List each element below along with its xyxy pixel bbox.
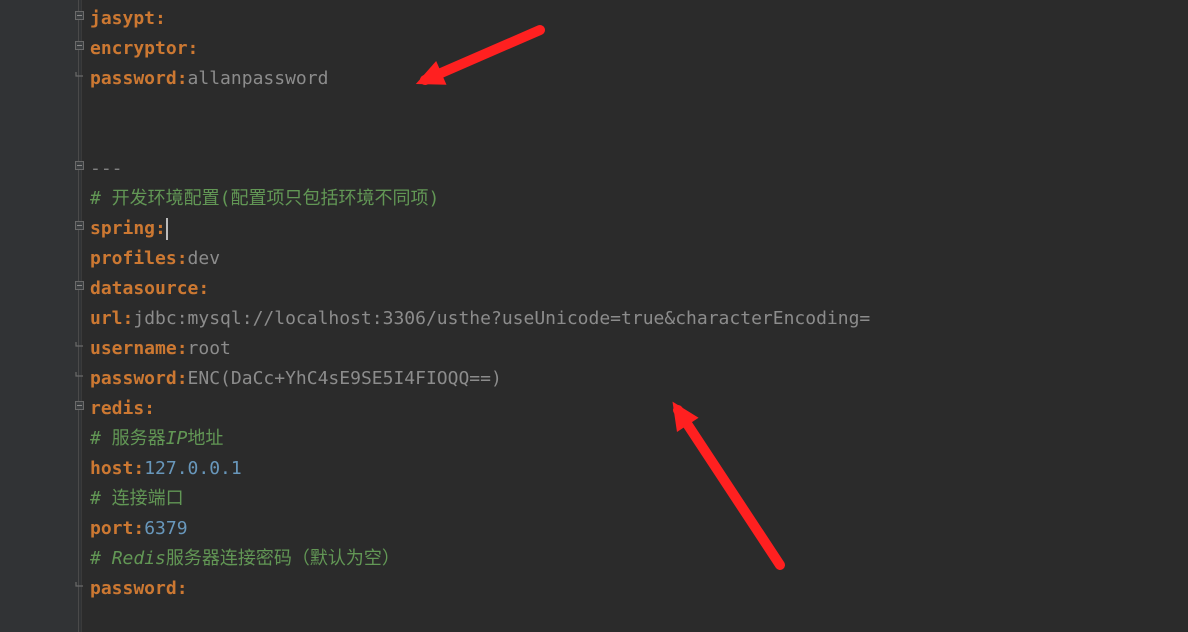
fold-collapse-icon[interactable] bbox=[74, 220, 84, 230]
fold-end-icon[interactable] bbox=[74, 70, 84, 80]
code-line[interactable]: url: jdbc:mysql://localhost:3306/usthe?u… bbox=[90, 304, 870, 334]
yaml-separator: --- bbox=[90, 154, 123, 184]
code-line[interactable]: # 服务器IP地址 bbox=[90, 424, 870, 454]
code-line[interactable]: password: ENC(DaCc+YhC4sE9SE5I4FIOQQ==) bbox=[90, 364, 870, 394]
fold-collapse-icon[interactable] bbox=[74, 400, 84, 410]
code-line[interactable]: datasource: bbox=[90, 274, 870, 304]
yaml-key: port: bbox=[90, 514, 144, 544]
comment: # 开发环境配置(配置项只包括环境不同项) bbox=[90, 184, 439, 214]
fold-end-icon[interactable] bbox=[74, 370, 84, 380]
yaml-value: ENC(DaCc+YhC4sE9SE5I4FIOQQ==) bbox=[188, 364, 502, 394]
code-line[interactable]: password: allanpassword bbox=[90, 64, 870, 94]
yaml-key: encryptor: bbox=[90, 34, 198, 64]
code-line[interactable]: host: 127.0.0.1 bbox=[90, 454, 870, 484]
yaml-value: root bbox=[188, 334, 231, 364]
yaml-key: spring: bbox=[90, 214, 166, 244]
yaml-key: username: bbox=[90, 334, 188, 364]
fold-collapse-icon[interactable] bbox=[74, 160, 84, 170]
comment: # 服务器IP地址 bbox=[90, 424, 223, 454]
fold-guide-line bbox=[78, 0, 79, 632]
yaml-key: redis: bbox=[90, 394, 155, 424]
yaml-value: dev bbox=[188, 244, 221, 274]
fold-collapse-icon[interactable] bbox=[74, 280, 84, 290]
code-line[interactable]: jasypt: bbox=[90, 4, 870, 34]
fold-end-icon[interactable] bbox=[74, 340, 84, 350]
code-line[interactable]: # 连接端口 bbox=[90, 484, 870, 514]
fold-collapse-icon[interactable] bbox=[74, 40, 84, 50]
code-line[interactable]: password: bbox=[90, 574, 870, 604]
fold-collapse-icon[interactable] bbox=[74, 10, 84, 20]
yaml-key: password: bbox=[90, 364, 188, 394]
editor-gutter bbox=[0, 0, 82, 632]
yaml-key: password: bbox=[90, 64, 188, 94]
yaml-value: 6379 bbox=[144, 514, 187, 544]
code-line[interactable]: port: 6379 bbox=[90, 514, 870, 544]
comment: # 连接端口 bbox=[90, 484, 184, 514]
yaml-key: url: bbox=[90, 304, 133, 334]
yaml-key: host: bbox=[90, 454, 144, 484]
code-line[interactable]: spring: bbox=[90, 214, 870, 244]
yaml-value: allanpassword bbox=[188, 64, 329, 94]
code-line[interactable]: redis: bbox=[90, 394, 870, 424]
yaml-key: profiles: bbox=[90, 244, 188, 274]
fold-end-icon[interactable] bbox=[74, 580, 84, 590]
code-line[interactable]: # Redis服务器连接密码（默认为空） bbox=[90, 544, 870, 574]
comment: # Redis服务器连接密码（默认为空） bbox=[90, 544, 400, 574]
code-line[interactable]: --- bbox=[90, 154, 870, 184]
yaml-value: jdbc:mysql://localhost:3306/usthe?useUni… bbox=[133, 304, 870, 334]
code-line[interactable]: # 开发环境配置(配置项只包括环境不同项) bbox=[90, 184, 870, 214]
yaml-key: password: bbox=[90, 574, 188, 604]
yaml-value: 127.0.0.1 bbox=[144, 454, 242, 484]
yaml-key: jasypt: bbox=[90, 4, 166, 34]
text-cursor bbox=[166, 218, 168, 240]
code-line[interactable] bbox=[90, 94, 870, 124]
yaml-key: datasource: bbox=[90, 274, 209, 304]
code-line[interactable]: profiles: dev bbox=[90, 244, 870, 274]
code-line[interactable] bbox=[90, 124, 870, 154]
code-area[interactable]: jasypt: encryptor: password: allanpasswo… bbox=[90, 4, 870, 604]
code-line[interactable]: encryptor: bbox=[90, 34, 870, 64]
code-line[interactable]: username: root bbox=[90, 334, 870, 364]
